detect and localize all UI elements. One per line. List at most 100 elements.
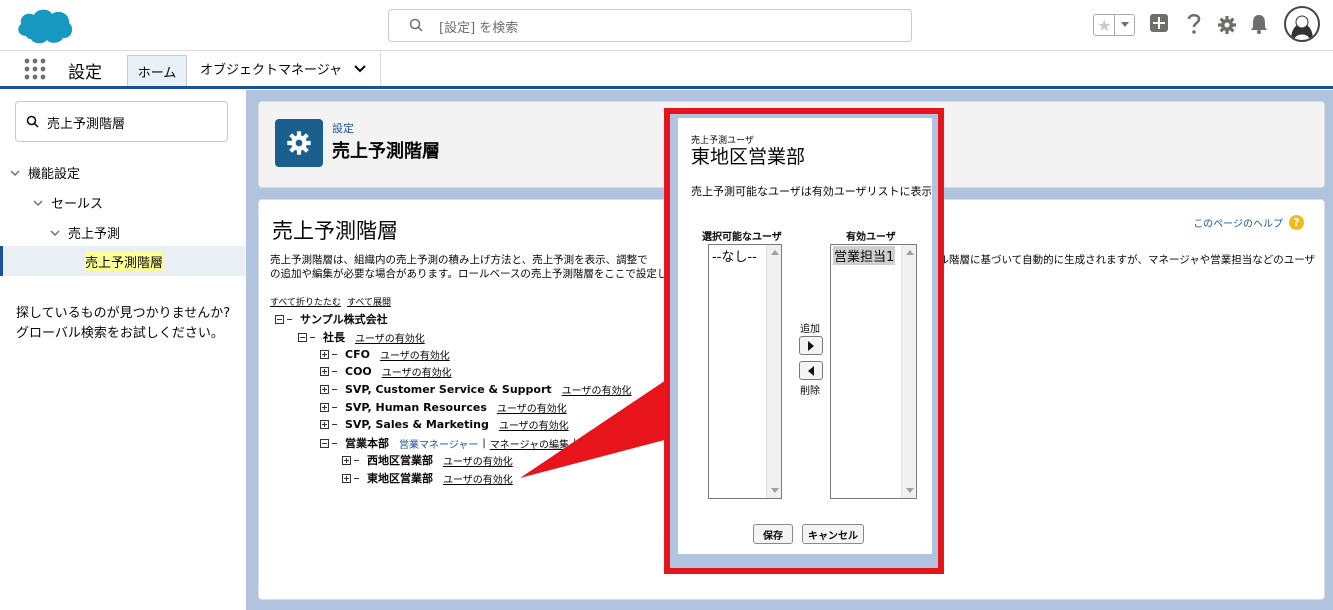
activate-users-link[interactable]: ユーザの有効化 — [380, 347, 450, 362]
tab-object-manager[interactable]: オブジェクトマネージャ — [192, 51, 382, 86]
collapse-icon[interactable] — [320, 438, 329, 448]
chevron-down-icon — [10, 170, 20, 176]
add-button[interactable] — [799, 336, 823, 355]
activate-users-link[interactable]: ユーザの有効化 — [499, 417, 569, 432]
save-button[interactable]: 保存 — [753, 524, 793, 544]
salesforce-logo[interactable] — [16, 6, 74, 46]
expand-icon[interactable] — [320, 403, 329, 412]
tree-item-feature-settings[interactable]: 機能設定 — [10, 163, 80, 182]
node-label: SVP, Human Resources — [345, 401, 487, 414]
help-icon[interactable] — [1186, 13, 1202, 35]
node-label: サンプル株式会社 — [300, 313, 388, 326]
available-users-label: 選択可能なユーザ — [702, 232, 782, 243]
expand-icon[interactable] — [320, 385, 329, 394]
list-item[interactable]: 営業担当1 — [833, 246, 896, 265]
help-link[interactable]: このページのヘルプ ? — [1193, 215, 1304, 230]
bell-icon[interactable] — [1250, 14, 1268, 34]
node-label: SVP, Customer Service & Support — [345, 383, 552, 396]
description-line-1: 売上予測階層は、組織内の売上予測の積み上げ方法と、売上予測を表示、調整で — [270, 254, 648, 266]
collapse-icon[interactable] — [275, 314, 284, 324]
tree-item-label: セールス — [51, 197, 104, 212]
avatar[interactable] — [1284, 6, 1320, 42]
breadcrumb[interactable]: 設定 — [332, 120, 354, 136]
separator: | — [482, 437, 486, 449]
expand-icon[interactable] — [342, 455, 351, 465]
expand-all-link[interactable]: すべて展開 — [347, 295, 391, 308]
tree-item-forecasts[interactable]: 売上予測 — [50, 223, 120, 242]
hierarchy-node-west-sales: 西地区営業部 ユーザの有効化 — [342, 452, 513, 468]
arrow-right-icon — [808, 340, 814, 351]
tree-item-label: 売上予測階層 — [85, 251, 164, 271]
activate-users-link[interactable]: ユーザの有効化 — [497, 400, 567, 415]
chevron-down-icon[interactable] — [354, 64, 366, 73]
activate-users-link-truncated[interactable]: ユ — [580, 436, 590, 451]
nav-underline — [0, 86, 1333, 89]
scroll-down-icon[interactable] — [771, 488, 779, 493]
hierarchy-node-svp-customer-service: SVP, Customer Service & Support ユーザの有効化 — [320, 382, 631, 397]
dialog-title: 東地区営業部 — [691, 146, 806, 168]
tab-object-manager-label: オブジェクトマネージャ — [200, 63, 343, 78]
collapse-icon[interactable] — [298, 332, 307, 342]
available-users-list[interactable]: --なし-- — [708, 244, 782, 499]
chevron-down-icon[interactable] — [1115, 15, 1134, 35]
activate-users-link[interactable]: ユーザの有効化 — [562, 382, 632, 397]
global-search[interactable]: [設定] を検索 — [388, 9, 912, 42]
tree-controls: すべて折りたたむ すべて展開 — [270, 295, 391, 308]
activate-users-link[interactable]: ユーザの有効化 — [355, 330, 425, 345]
dialog-note: 売上予測可能なユーザは有効ユーザリストに表示 — [691, 185, 931, 198]
add-icon[interactable] — [1149, 13, 1169, 33]
expand-icon[interactable] — [342, 473, 351, 483]
hierarchy-node-svp-sales-marketing: SVP, Sales & Marketing ユーザの有効化 — [320, 417, 569, 432]
hierarchy-node-president: 社長 ユーザの有効化 — [298, 329, 425, 345]
activate-users-link[interactable]: ユーザの有効化 — [443, 471, 513, 486]
node-label: COO — [345, 365, 372, 378]
node-label: 営業本部 — [345, 437, 389, 450]
hierarchy-node-east-sales: 東地区営業部 ユーザの有効化 — [342, 470, 513, 486]
node-label: 西地区営業部 — [367, 454, 433, 467]
help-link-label: このページのヘルプ — [1193, 219, 1283, 230]
favorites-button[interactable]: ★ — [1093, 14, 1135, 36]
description-line-1-right: ル階層に基づいて自動的に生成されますが、マネージャや営業担当などのユーザ — [938, 254, 1315, 266]
star-icon[interactable]: ★ — [1094, 15, 1116, 35]
scrollbar[interactable] — [766, 245, 781, 498]
scrollbar[interactable] — [901, 245, 916, 498]
tree-item-label: 機能設定 — [28, 167, 81, 182]
quick-find-input[interactable]: 売上予測階層 — [15, 101, 228, 142]
hierarchy-node-sales-division: 営業本部 営業マネージャー | マネージャの編集 | ユ — [320, 435, 590, 451]
active-users-list[interactable]: 営業担当1 — [830, 244, 917, 499]
active-users-label: 有効ユーザ — [846, 232, 896, 243]
expand-icon[interactable] — [320, 420, 329, 429]
scroll-up-icon[interactable] — [771, 250, 779, 255]
arrow-left-icon — [808, 365, 814, 376]
tree-item-sales[interactable]: セールス — [33, 193, 103, 212]
edit-manager-link[interactable]: マネージャの編集 — [490, 436, 569, 451]
cancel-button[interactable]: キャンセル — [802, 524, 864, 544]
activate-users-link[interactable]: ユーザの有効化 — [443, 453, 513, 468]
node-label: SVP, Sales & Marketing — [345, 418, 489, 431]
global-header: [設定] を検索 ★ — [0, 0, 1333, 50]
callout-frame: 売上予測ユーザ 東地区営業部 売上予測可能なユーザは有効ユーザリストに表示 選択… — [664, 108, 944, 574]
search-icon — [26, 115, 39, 128]
scroll-up-icon[interactable] — [906, 250, 914, 255]
tree-item-forecast-hierarchy[interactable]: 売上予測階層 — [0, 246, 246, 276]
setup-sidebar: 売上予測階層 機能設定 セールス 売上予測 売上予測階層 探しているものが見つか… — [0, 90, 246, 610]
help-icon: ? — [1289, 215, 1304, 230]
content-title: 売上予測階層 — [272, 219, 398, 243]
forecast-users-dialog: 売上予測ユーザ 東地区営業部 売上予測可能なユーザは有効ユーザリストに表示 選択… — [678, 118, 932, 554]
remove-button[interactable] — [799, 361, 823, 380]
collapse-all-link[interactable]: すべて折りたたむ — [270, 295, 341, 308]
page-title: 売上予測階層 — [332, 141, 440, 162]
tree-item-label: 売上予測 — [68, 227, 121, 242]
tab-home[interactable]: ホーム — [127, 55, 187, 87]
app-launcher-icon[interactable] — [24, 58, 46, 80]
search-icon — [409, 18, 423, 32]
manager-link[interactable]: 営業マネージャー — [399, 436, 478, 451]
app-name: 設定 — [68, 63, 102, 83]
scroll-down-icon[interactable] — [906, 488, 914, 493]
search-placeholder: [設定] を検索 — [439, 21, 519, 36]
list-item[interactable]: --なし-- — [711, 246, 758, 265]
gear-icon[interactable] — [1217, 15, 1237, 35]
activate-users-link[interactable]: ユーザの有効化 — [382, 364, 452, 379]
expand-icon[interactable] — [320, 367, 329, 376]
expand-icon[interactable] — [320, 350, 329, 359]
